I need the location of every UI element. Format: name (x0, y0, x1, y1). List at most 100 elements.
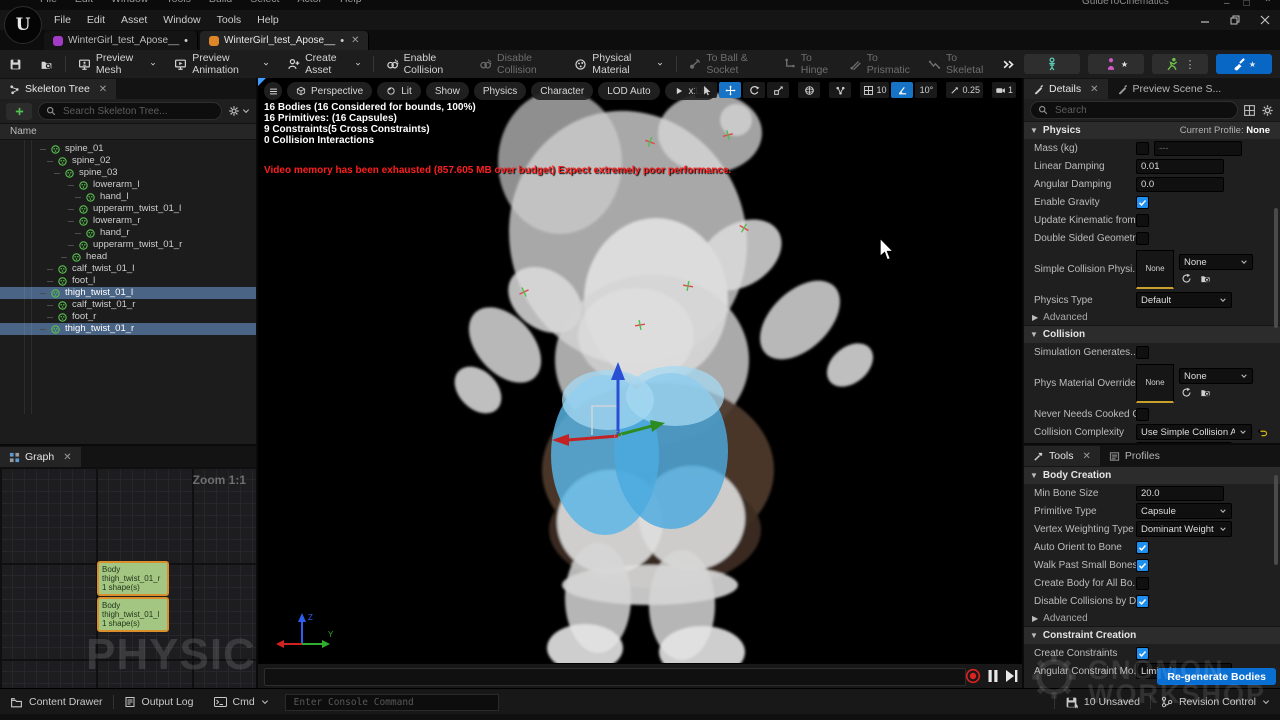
content-drawer-button[interactable]: Content Drawer (0, 689, 113, 715)
toolbar-to-skeletal-button[interactable]: To Skeletal (919, 50, 993, 78)
section-advanced[interactable]: ▶Advanced (1024, 610, 1280, 626)
add-bone-button[interactable] (6, 103, 32, 120)
checkbox[interactable] (1136, 595, 1149, 608)
checkbox[interactable] (1136, 647, 1149, 660)
output-log-button[interactable]: Output Log (114, 689, 204, 715)
menu-help[interactable]: Help (249, 14, 287, 26)
bg-minimize-icon[interactable]: – (1224, 0, 1230, 9)
checkbox[interactable] (1136, 196, 1149, 209)
simple-collision-physi-dropdown[interactable]: None (1179, 254, 1253, 270)
tab-details[interactable]: Details ✕ (1024, 79, 1108, 99)
minimize-button[interactable] (1200, 15, 1210, 25)
menu-edit[interactable]: Edit (79, 14, 113, 26)
toolbar-preview-animation-button[interactable]: Preview Animation (165, 50, 278, 78)
tree-item-thigh-twist-01-l[interactable]: thigh_twist_01_l (0, 287, 256, 299)
move-tool-button[interactable] (719, 82, 741, 98)
scale-snap-button[interactable]: 0.25 (946, 82, 983, 98)
mode-animation-button[interactable]: ⋮ (1152, 54, 1208, 74)
primitive-type-dropdown[interactable]: Capsule (1136, 503, 1232, 519)
mass-kg-input[interactable]: --- (1154, 141, 1242, 156)
toolbar-to-ball-socket-button[interactable]: To Ball & Socket (679, 50, 773, 78)
reset-to-default-icon[interactable] (1257, 427, 1268, 438)
tree-item-upperarm-twist-01-r[interactable]: upperarm_twist_01_r (0, 239, 256, 251)
tree-item-upperarm-twist-01-l[interactable]: upperarm_twist_01_l (0, 203, 256, 215)
menu-asset[interactable]: Asset (113, 14, 155, 26)
checkbox[interactable] (1136, 346, 1149, 359)
tree-item-hand-l[interactable]: hand_l (0, 191, 256, 203)
tree-settings-button[interactable] (228, 105, 250, 117)
checkbox[interactable] (1136, 232, 1149, 245)
bg-restore-icon[interactable]: □ (1244, 0, 1250, 9)
use-selected-asset-icon[interactable] (1181, 273, 1192, 284)
details-settings-gear-icon[interactable] (1261, 104, 1274, 117)
tab-preview-scene-settings[interactable]: Preview Scene S... (1108, 79, 1231, 99)
toolbar-enable-collision-button[interactable]: Enable Collision (377, 50, 470, 78)
graph-canvas[interactable]: Zoom 1:1 Bodythigh_twist_01_r1 shape(s)B… (0, 467, 256, 688)
background-window-controls[interactable]: – □ ⌃ (1224, 0, 1272, 9)
tools-scrollbar[interactable] (1274, 475, 1278, 565)
mode-skeleton-button[interactable] (1024, 54, 1080, 74)
grid-snap-button[interactable]: 10 (860, 82, 889, 98)
pause-button[interactable] (987, 669, 999, 683)
scale-tool-button[interactable] (767, 82, 789, 98)
tree-item-calf-twist-01-l[interactable]: calf_twist_01_l (0, 263, 256, 275)
toolbar-to-prismatic-button[interactable]: To Prismatic (840, 50, 919, 78)
step-forward-button[interactable] (1005, 669, 1018, 683)
tree-item-lowerarm-l[interactable]: lowerarm_l (0, 179, 256, 191)
section-advanced[interactable]: ▶Advanced (1024, 309, 1280, 325)
checkbox[interactable] (1136, 541, 1149, 554)
tree-item-foot-l[interactable]: foot_l (0, 275, 256, 287)
toolbar-physical-material-button[interactable]: Physical Material (565, 50, 672, 78)
mode-mesh-button[interactable]: ★ (1088, 54, 1144, 74)
viewport-lod-button[interactable]: LOD Auto (598, 82, 659, 100)
asset-tab-0[interactable]: WinterGirl_test_Apose__• (44, 31, 198, 50)
world-space-button[interactable] (798, 82, 820, 98)
toolbar-save-button[interactable] (0, 50, 31, 78)
tree-item-spine-02[interactable]: spine_02 (0, 155, 256, 167)
details-scrollbar[interactable] (1274, 208, 1278, 328)
browse-to-asset-icon[interactable] (1200, 387, 1211, 398)
viewport-perspective-button[interactable]: Perspective (287, 82, 372, 100)
close-tab-icon[interactable]: ✕ (63, 452, 71, 463)
unsaved-assets-button[interactable]: ★ 10 Unsaved (1055, 689, 1150, 715)
asset-thumbnail[interactable]: None (1136, 250, 1174, 289)
timeline-scrubber[interactable] (264, 668, 966, 686)
cmd-button[interactable]: Cmd (204, 689, 279, 715)
close-tab-icon[interactable]: ✕ (1090, 84, 1098, 95)
toolbar-overflow-button[interactable] (993, 50, 1024, 78)
close-tab-icon[interactable]: ✕ (351, 35, 359, 46)
tree-item-thigh-twist-01-r[interactable]: thigh_twist_01_r (0, 323, 256, 335)
camera-speed-button[interactable]: 1 (992, 82, 1016, 98)
section-body-creation[interactable]: ▼Body Creation (1024, 466, 1280, 484)
viewport-physics-button[interactable]: Physics (474, 82, 526, 100)
menu-tools[interactable]: Tools (209, 14, 250, 26)
rotation-snap-value[interactable]: 10° (915, 82, 937, 98)
checkbox[interactable] (1136, 408, 1149, 421)
checkbox[interactable] (1136, 559, 1149, 572)
tree-item-foot-r[interactable]: foot_r (0, 311, 256, 323)
record-button[interactable] (965, 668, 981, 684)
section-physics[interactable]: ▼PhysicsCurrent Profile: None (1024, 121, 1280, 139)
graph-node-thigh-twist-01-r[interactable]: Bodythigh_twist_01_r1 shape(s) (97, 561, 169, 596)
tree-item-spine-03[interactable]: spine_03 (0, 167, 256, 179)
tree-column-header[interactable]: Name (0, 123, 256, 140)
close-tab-icon[interactable]: ✕ (99, 84, 107, 95)
viewport-character-button[interactable]: Character (531, 82, 593, 100)
viewport[interactable]: Z Y PerspectiveLitShowPhysicsCharacterLO… (258, 78, 1022, 663)
rotation-snap-button[interactable] (891, 82, 913, 98)
tab-profiles[interactable]: Profiles (1100, 446, 1169, 466)
toolbar-create-asset-button[interactable]: Create Asset (278, 50, 370, 78)
collision-complexity-dropdown[interactable]: Use Simple Collision As Com (1136, 424, 1252, 440)
graph-node-thigh-twist-01-l[interactable]: Bodythigh_twist_01_l1 shape(s) (97, 597, 169, 632)
tree-item-calf-twist-01-r[interactable]: calf_twist_01_r (0, 299, 256, 311)
details-search[interactable] (1030, 101, 1238, 119)
close-button[interactable] (1260, 15, 1270, 25)
phys-material-override-dropdown[interactable]: None (1179, 368, 1253, 384)
menu-window[interactable]: Window (155, 14, 208, 26)
checkbox[interactable] (1136, 142, 1149, 155)
toolbar-disable-collision-button[interactable]: Disable Collision (470, 50, 565, 78)
revision-control-button[interactable]: Revision Control (1151, 689, 1280, 715)
bg-menu-icon[interactable]: ⌃ (1264, 0, 1272, 9)
regenerate-bodies-button[interactable]: Re-generate Bodies (1157, 668, 1276, 685)
unreal-logo[interactable]: U (4, 6, 42, 44)
